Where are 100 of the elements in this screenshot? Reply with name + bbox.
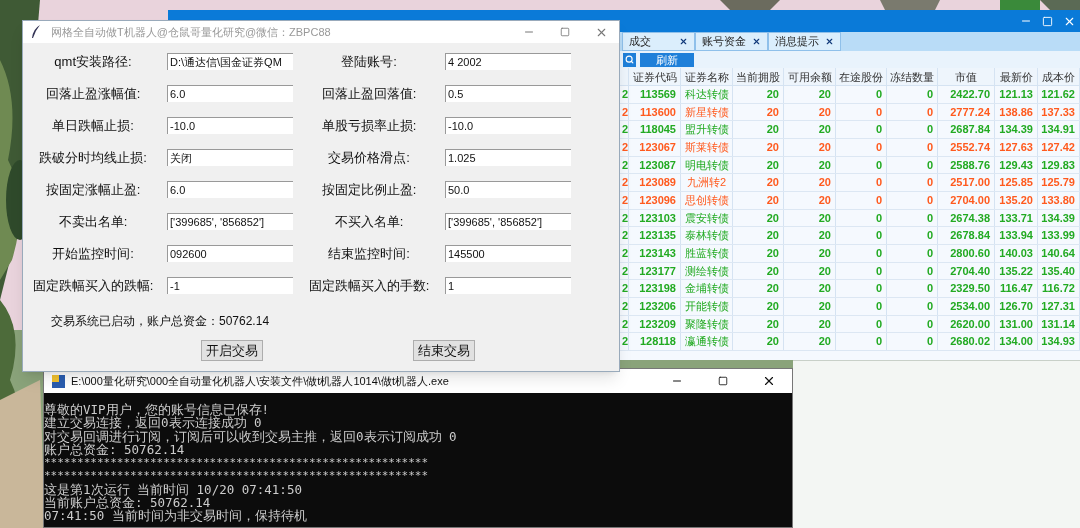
table-cell: 128118 [629, 333, 681, 350]
tab[interactable]: 账号资金 [695, 32, 768, 51]
table-cell: 0 [887, 103, 938, 121]
table-cell: 20 [784, 244, 836, 262]
tab[interactable]: 成交 [622, 32, 695, 51]
table-cell: 2329.50 [938, 280, 995, 297]
input-field[interactable]: 4 2002 [445, 53, 571, 70]
table-cell: 125.85 [995, 174, 1038, 191]
table-cell: 瀛通转债 [681, 333, 733, 350]
input-field[interactable]: 1 [445, 277, 571, 294]
input-field[interactable]: 6.0 [167, 181, 293, 198]
table-cell: 134.39 [995, 121, 1038, 138]
input-field[interactable]: 6.0 [167, 85, 293, 102]
input-field[interactable]: ['399685', '856852'] [167, 213, 293, 230]
table-cell: 118045 [629, 121, 681, 138]
table-cell: 斯莱转债 [681, 138, 733, 156]
table-cell: 140.64 [1038, 244, 1080, 262]
action-button[interactable]: 结束交易 [413, 340, 475, 361]
input-field[interactable]: D:\通达信\国金证券QM [167, 53, 293, 70]
table-cell: 2704.40 [938, 262, 995, 280]
table-cell: 123087 [629, 156, 681, 174]
input-field[interactable]: 1.025 [445, 149, 571, 166]
action-button[interactable]: 开启交易 [201, 340, 263, 361]
input-field[interactable]: -10.0 [445, 117, 571, 134]
table-cell: 明电转债 [681, 156, 733, 174]
table-cell: 新星转债 [681, 103, 733, 121]
table-cell: 123143 [629, 244, 681, 262]
table-cell: 131.00 [995, 315, 1038, 333]
table-cell: 20 [784, 280, 836, 297]
table-cell: 20 [733, 174, 784, 191]
table-cell: 测绘转债 [681, 262, 733, 280]
table-cell: 113569 [629, 86, 681, 103]
column-header[interactable]: 最新价 [995, 68, 1038, 85]
maximize-icon [560, 27, 570, 37]
table-cell: 0 [887, 191, 938, 209]
input-field[interactable]: 145500 [445, 245, 571, 262]
column-header[interactable]: 在途股份 [836, 68, 887, 85]
table-cell: 20 [784, 121, 836, 138]
table-cell: 134.00 [995, 333, 1038, 350]
table-cell: 2678.84 [938, 227, 995, 244]
input-field[interactable]: -1 [167, 277, 293, 294]
table-cell: 2777.24 [938, 103, 995, 121]
table-cell: 金埔转债 [681, 280, 733, 297]
field-label: 跌破分时均线止损: [38, 149, 148, 166]
table-cell: 20 [784, 333, 836, 350]
input-field[interactable]: 关闭 [167, 149, 293, 166]
table-cell: 0 [836, 262, 887, 280]
column-header[interactable]: 成本价 [1038, 68, 1080, 85]
table-cell: 133.94 [995, 227, 1038, 244]
table-cell: 0 [836, 121, 887, 138]
table-cell: 123198 [629, 280, 681, 297]
input-field[interactable]: ['399685', '856852'] [445, 213, 571, 230]
table-cell: 0 [836, 191, 887, 209]
table-cell: 135.22 [995, 262, 1038, 280]
table-cell: 0 [887, 174, 938, 191]
close-icon[interactable] [825, 37, 834, 46]
field-label: qmt安装路径: [53, 53, 133, 70]
table-cell: 科达转债 [681, 86, 733, 103]
input-field[interactable]: -10.0 [167, 117, 293, 134]
column-header[interactable]: 冻结数量 [887, 68, 938, 85]
table-cell: 2552.74 [938, 138, 995, 156]
column-header[interactable]: 市值 [938, 68, 995, 85]
table-cell: 20 [784, 315, 836, 333]
search-button[interactable] [623, 52, 636, 67]
column-header[interactable]: 证券代码 [629, 68, 681, 85]
table-cell: 20 [733, 138, 784, 156]
table-cell: 0 [887, 209, 938, 227]
table-cell: 123135 [629, 227, 681, 244]
table-cell: 0 [836, 297, 887, 315]
input-field[interactable]: 50.0 [445, 181, 571, 198]
console-line: 尊敬的VIP用户，您的账号信息已保存! [44, 403, 270, 417]
input-field[interactable]: 0.5 [445, 85, 571, 102]
table-cell: 134.39 [1038, 209, 1080, 227]
table-cell: 126.70 [995, 297, 1038, 315]
table-cell: 123096 [629, 191, 681, 209]
table-cell: 137.33 [1038, 103, 1080, 121]
table-cell: 135.20 [995, 191, 1038, 209]
input-field[interactable]: 092600 [167, 245, 293, 262]
table-cell: 20 [733, 262, 784, 280]
maximize-icon[interactable] [1042, 15, 1053, 27]
field-label: 单日跌幅止损: [51, 117, 135, 134]
search-icon [625, 55, 634, 64]
window-title: E:\000量化研究\000全自动量化机器人\安装文件\做t机器人1014\做t机器人.exe [71, 373, 449, 389]
console-line: ********************************************************** [44, 469, 429, 483]
console-line: 当前账户总资金: 50762.14 [44, 496, 211, 510]
table-cell: 20 [733, 191, 784, 209]
tab[interactable]: 消息提示 [768, 32, 841, 51]
close-icon[interactable] [752, 37, 761, 46]
table-cell: 127.63 [995, 138, 1038, 156]
table-cell: 0 [887, 86, 938, 103]
table-cell: 盟升转债 [681, 121, 733, 138]
close-icon [762, 374, 776, 388]
table-cell: 0 [836, 280, 887, 297]
column-header[interactable]: 可用余额 [784, 68, 836, 85]
refresh-button[interactable]: 刷新 [640, 52, 694, 67]
column-header[interactable]: 当前拥股 [733, 68, 784, 85]
table-cell: 2588.76 [938, 156, 995, 174]
column-header[interactable]: 证券名称 [681, 68, 733, 85]
table-cell: 2534.00 [938, 297, 995, 315]
close-icon[interactable] [679, 37, 688, 46]
